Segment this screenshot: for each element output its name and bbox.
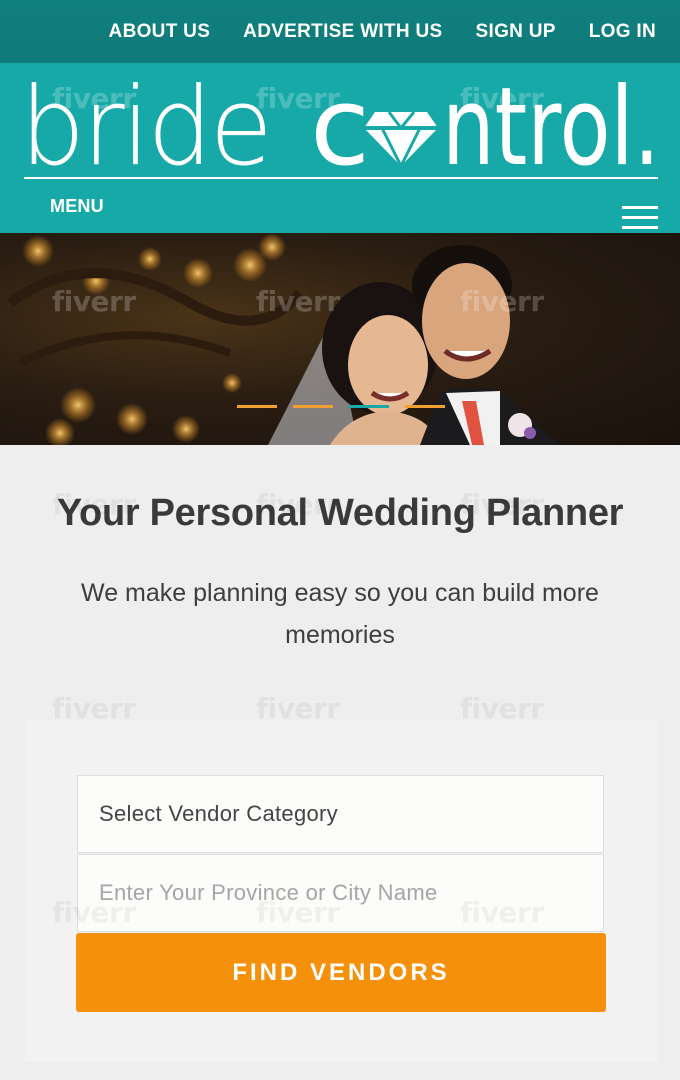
logo-underline (24, 177, 658, 179)
location-input[interactable] (77, 854, 604, 932)
site-logo[interactable]: bride c ntrol. (20, 78, 665, 176)
carousel-indicators (237, 405, 445, 408)
hero-carousel[interactable] (0, 233, 680, 445)
carousel-dot-3[interactable] (349, 405, 389, 408)
svg-text:ntrol.: ntrol. (442, 78, 660, 176)
top-navigation: ABOUT US ADVERTISE WITH US SIGN UP LOG I… (0, 0, 680, 63)
diamond-icon (364, 111, 438, 170)
hamburger-icon[interactable] (622, 206, 658, 232)
nav-link-about-us[interactable]: ABOUT US (109, 21, 211, 43)
carousel-dot-1[interactable] (237, 405, 277, 408)
page-subtitle: We make planning easy so you can build m… (81, 579, 599, 649)
carousel-dot-4[interactable] (405, 405, 445, 408)
hero-photo (7, 233, 560, 445)
carousel-dot-2[interactable] (293, 405, 333, 408)
svg-text:bride: bride (20, 78, 270, 176)
menu-label[interactable]: MENU (50, 196, 104, 217)
svg-text:c: c (310, 78, 370, 176)
nav-link-advertise[interactable]: ADVERTISE WITH US (243, 21, 442, 43)
nav-link-sign-up[interactable]: SIGN UP (476, 21, 556, 43)
nav-link-log-in[interactable]: LOG IN (589, 21, 656, 43)
page-title: Your Personal Wedding Planner (56, 492, 624, 534)
find-vendors-button[interactable]: FIND VENDORS (76, 933, 606, 1012)
vendor-category-select[interactable]: Select Vendor Category (77, 775, 604, 853)
